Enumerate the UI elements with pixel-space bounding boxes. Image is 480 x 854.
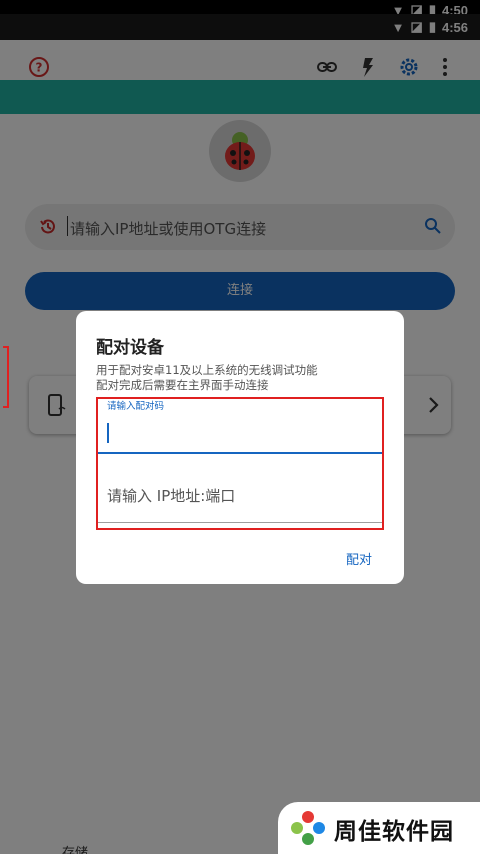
annotation-mark-left (3, 346, 9, 408)
watermark-logo-icon (291, 811, 325, 845)
dialog-title: 配对设备 (96, 338, 164, 358)
watermark-text: 周佳软件园 (334, 819, 454, 845)
annotation-highlight-box (96, 397, 384, 530)
watermark: 周佳软件园 (278, 802, 480, 854)
dialog-description-line2: 配对完成后需要在主界面手动连接 (96, 378, 269, 392)
pair-device-dialog: 配对设备 用于配对安卓11及以上系统的无线调试功能 配对完成后需要在主界面手动连… (76, 311, 404, 584)
dialog-description-line1: 用于配对安卓11及以上系统的无线调试功能 (96, 363, 318, 377)
pair-button[interactable]: 配对 (346, 549, 372, 568)
